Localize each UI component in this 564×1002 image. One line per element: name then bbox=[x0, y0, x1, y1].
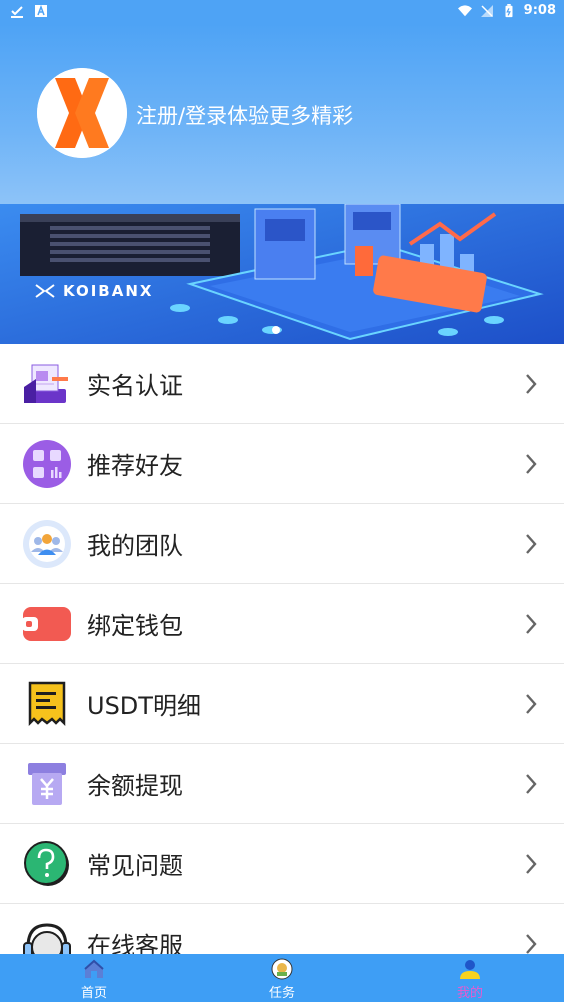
chevron-right-icon bbox=[526, 774, 537, 794]
chevron-right-icon bbox=[526, 614, 537, 634]
wallet-icon bbox=[22, 607, 71, 641]
question-icon bbox=[24, 841, 69, 886]
banner-pager bbox=[272, 326, 280, 334]
font-icon bbox=[35, 4, 47, 17]
profile-icon bbox=[460, 960, 480, 979]
menu-item-label: 绑定钱包 bbox=[87, 612, 183, 640]
menu-item-label: USDT明细 bbox=[87, 692, 201, 720]
download-check-icon bbox=[11, 6, 23, 18]
nav-task-label: 任务 bbox=[268, 986, 295, 1001]
chevron-right-icon bbox=[526, 454, 537, 474]
menu-item-real-name[interactable]: 实名认证 bbox=[0, 344, 564, 424]
nav-profile[interactable]: 我的 bbox=[376, 954, 564, 1002]
menu-item-label: 我的团队 bbox=[87, 532, 183, 560]
status-time: 9:08 bbox=[523, 3, 556, 18]
nav-profile-label: 我的 bbox=[456, 986, 483, 1001]
home-icon bbox=[84, 959, 104, 978]
chevron-right-icon bbox=[526, 854, 537, 874]
menu-item-withdraw[interactable]: 余额提现 bbox=[0, 744, 564, 824]
status-bar: 9:08 bbox=[0, 0, 564, 24]
brand-x-icon bbox=[35, 284, 55, 298]
wifi-icon bbox=[457, 4, 472, 16]
avatar[interactable] bbox=[37, 68, 127, 158]
app-logo-icon bbox=[37, 68, 127, 158]
receipt-icon bbox=[28, 681, 66, 727]
login-prompt[interactable]: 注册/登录体验更多精彩 bbox=[136, 100, 353, 130]
chevron-right-icon bbox=[526, 934, 537, 954]
menu-item-label: 实名认证 bbox=[87, 372, 183, 400]
chevron-right-icon bbox=[526, 534, 537, 554]
banner-illustration bbox=[0, 204, 564, 344]
banner-brand-text: KOIBANX bbox=[63, 282, 154, 300]
team-icon bbox=[23, 520, 71, 568]
grid-apps-icon bbox=[23, 440, 71, 488]
nav-home[interactable]: 首页 bbox=[0, 954, 188, 1002]
menu-list: 实名认证 推荐好友 我的团队 绑定钱包 USDT明细 余额提现 常见问题 在线客… bbox=[0, 344, 564, 984]
task-icon bbox=[271, 958, 293, 980]
bottom-nav: 首页 任务 我的 bbox=[0, 954, 564, 1002]
banner-dot-active[interactable] bbox=[272, 326, 280, 334]
battery-icon bbox=[505, 3, 513, 17]
menu-item-refer-friends[interactable]: 推荐好友 bbox=[0, 424, 564, 504]
chevron-right-icon bbox=[526, 374, 537, 394]
menu-item-label: 余额提现 bbox=[87, 772, 183, 800]
nav-home-label: 首页 bbox=[80, 986, 107, 1001]
banner-brand: KOIBANX bbox=[35, 282, 153, 300]
menu-item-faq[interactable]: 常见问题 bbox=[0, 824, 564, 904]
promo-banner[interactable]: KOIBANX bbox=[0, 204, 564, 344]
menu-item-my-team[interactable]: 我的团队 bbox=[0, 504, 564, 584]
nav-task[interactable]: 任务 bbox=[188, 954, 376, 1002]
yuan-withdraw-icon bbox=[28, 763, 66, 805]
menu-item-label: 推荐好友 bbox=[87, 452, 183, 480]
no-signal-icon bbox=[480, 4, 493, 17]
id-card-icon bbox=[24, 364, 68, 403]
menu-item-bind-wallet[interactable]: 绑定钱包 bbox=[0, 584, 564, 664]
chevron-right-icon bbox=[526, 694, 537, 714]
profile-header: 注册/登录体验更多精彩 bbox=[0, 24, 564, 204]
menu-item-label: 常见问题 bbox=[87, 852, 183, 880]
menu-item-usdt-details[interactable]: USDT明细 bbox=[0, 664, 564, 744]
